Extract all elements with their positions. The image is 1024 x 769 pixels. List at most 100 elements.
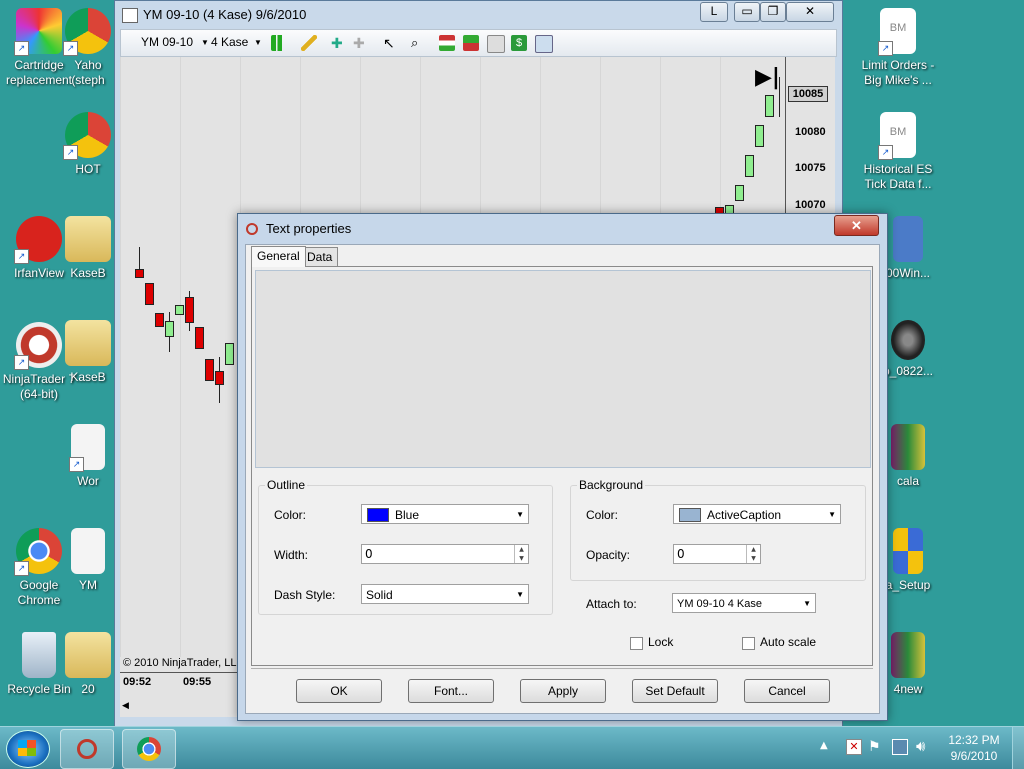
- text-properties-dialog[interactable]: Text properties ✕ General Data Outline C…: [237, 213, 888, 721]
- properties-icon[interactable]: [535, 35, 553, 53]
- close-button[interactable]: ✕: [786, 2, 834, 22]
- ok-button[interactable]: OK: [296, 679, 382, 703]
- desktop-icon-limit-orders[interactable]: BM ↗ Limit Orders - Big Mike's ...: [856, 8, 940, 88]
- dialog-close-button[interactable]: ✕: [834, 215, 879, 236]
- desktop-icon-20[interactable]: 20: [58, 632, 118, 697]
- desktop-icon-yahoo[interactable]: ↗ Yaho (steph: [58, 8, 118, 88]
- flag-icon[interactable]: ⚑: [868, 739, 881, 755]
- clock[interactable]: 12:32 PM 9/6/2010: [942, 732, 1006, 764]
- taskbar-chrome[interactable]: [122, 729, 176, 769]
- chart-title-bar[interactable]: YM 09-10 (4 Kase) 9/6/2010 L ▭ ❐ ✕: [115, 1, 842, 29]
- candle: [215, 371, 224, 385]
- tab-general[interactable]: General: [251, 246, 306, 267]
- chrome-icon: ↗: [63, 112, 111, 160]
- dialog-title: Text properties: [266, 221, 352, 236]
- bar-style-icon[interactable]: [271, 35, 287, 51]
- volume-icon[interactable]: 🔊︎: [916, 737, 925, 755]
- background-color-value: ActiveCaption: [707, 508, 782, 522]
- plus-icon[interactable]: ✚: [331, 35, 347, 51]
- chart-image-icon[interactable]: [487, 35, 505, 53]
- price-tick-label: 10070: [795, 199, 826, 211]
- apply-button[interactable]: Apply: [520, 679, 606, 703]
- zoom-icon[interactable]: ⌕: [411, 35, 427, 51]
- cartridge-icon: ↗: [14, 8, 62, 56]
- layout-button[interactable]: L: [700, 2, 728, 22]
- close-icon: ✕: [851, 218, 862, 233]
- candle: [205, 359, 214, 381]
- opacity-stepper[interactable]: 0 ▲ ▼: [673, 544, 761, 564]
- skip-to-end-icon[interactable]: ▶|: [755, 65, 780, 90]
- action-center-icon[interactable]: ✕: [846, 739, 862, 755]
- period-selector[interactable]: 4 Kase: [211, 35, 248, 49]
- background-color-swatch: [679, 508, 701, 522]
- opacity-label: Opacity:: [586, 548, 631, 562]
- desktop-icon-kaseb-2[interactable]: KaseB: [58, 320, 118, 385]
- spinner-arrows-icon[interactable]: ▲ ▼: [746, 545, 760, 563]
- irfanview-icon: ↗: [14, 216, 62, 264]
- outline-color-select[interactable]: Blue ▼: [361, 504, 529, 524]
- candle: [745, 155, 754, 177]
- button-bar-divider: [251, 668, 873, 669]
- strategies-icon[interactable]: [463, 35, 479, 51]
- attach-to-select[interactable]: YM 09-10 4 Kase ▼: [672, 593, 816, 613]
- desktop-icon-label: HOT: [75, 162, 101, 176]
- tab-data[interactable]: Data: [301, 247, 339, 266]
- chart-window-icon: [122, 8, 138, 23]
- desktop-icon-label: 20: [81, 682, 95, 696]
- dash-style-label: Dash Style:: [274, 588, 336, 602]
- lock-checkbox[interactable]: [630, 637, 643, 650]
- desktop-icon-label: Yaho (steph: [71, 58, 105, 87]
- winrar-icon: [891, 424, 925, 470]
- desktop-icon-label: Historical ES Tick Data f...: [863, 162, 933, 191]
- auto-scale-checkbox[interactable]: [742, 637, 755, 650]
- outline-group-label: Outline: [265, 478, 308, 492]
- chart-toolbar: YM 09-10 ▼ 4 Kase ▼ ✚ ✚ ↖ ⌕ $: [120, 29, 837, 57]
- instrument-dropdown-icon[interactable]: ▼: [201, 38, 209, 47]
- desktop-icon-ym[interactable]: YM: [58, 528, 118, 593]
- minimize-button[interactable]: ▭: [734, 2, 760, 22]
- maximize-button[interactable]: ❐: [760, 2, 786, 22]
- desktop-icon-label: KaseB: [70, 266, 106, 280]
- media-icon: [891, 320, 925, 360]
- font-button[interactable]: Font...: [408, 679, 494, 703]
- ninjatrader-icon: ↗: [14, 322, 62, 370]
- pencil-icon[interactable]: [301, 35, 317, 51]
- close-icon: ✕: [804, 4, 816, 18]
- tray-expand-icon[interactable]: ▲: [820, 740, 828, 751]
- copyright-text: © 2010 NinjaTrader, LLC: [123, 657, 245, 669]
- desktop-icon-historical-es[interactable]: BM ↗ Historical ES Tick Data f...: [856, 112, 940, 192]
- dialog-title-bar[interactable]: Text properties ✕: [238, 214, 887, 244]
- show-desktop-button[interactable]: [1012, 727, 1024, 769]
- indicators-icon[interactable]: [439, 35, 455, 51]
- candle: [755, 125, 764, 147]
- taskbar-ninjatrader[interactable]: [60, 729, 114, 769]
- spinner-arrows-icon[interactable]: ▲ ▼: [514, 545, 528, 563]
- start-button[interactable]: [6, 730, 50, 768]
- desktop-icon-kaseb-1[interactable]: KaseB: [58, 216, 118, 281]
- dash-style-select[interactable]: Solid ▼: [361, 584, 529, 604]
- background-color-select[interactable]: ActiveCaption ▼: [673, 504, 841, 524]
- price-tick-label: 10075: [795, 162, 826, 174]
- instrument-selector[interactable]: YM 09-10: [141, 35, 193, 49]
- bm-document-icon: BM ↗: [878, 112, 916, 160]
- chevron-down-icon: ▼: [516, 590, 524, 599]
- scroll-left-icon[interactable]: ◀: [122, 701, 129, 711]
- outline-width-stepper[interactable]: 0 ▲ ▼: [361, 544, 529, 564]
- dollar-icon[interactable]: $: [511, 35, 527, 51]
- candle: [145, 283, 154, 305]
- cancel-button[interactable]: Cancel: [744, 679, 830, 703]
- document-icon: [71, 528, 105, 574]
- desktop-icon-hot[interactable]: ↗ HOT: [58, 112, 118, 177]
- winrar-icon: [891, 632, 925, 678]
- price-tick-label: 10080: [795, 126, 826, 138]
- chrome-icon: ↗: [14, 528, 62, 576]
- clock-date: 9/6/2010: [950, 749, 998, 763]
- network-icon[interactable]: [892, 739, 908, 755]
- general-tab-page: Outline Color: Blue ▼ Width: 0 ▲ ▼ Dash S…: [251, 266, 873, 666]
- set-default-button[interactable]: Set Default: [632, 679, 718, 703]
- chrome-icon: [137, 737, 161, 761]
- remove-icon[interactable]: ✚: [353, 35, 369, 51]
- cursor-icon[interactable]: ↖: [383, 35, 399, 51]
- period-dropdown-icon[interactable]: ▼: [254, 38, 262, 47]
- desktop-icon-wor[interactable]: ↗ Wor: [58, 424, 118, 489]
